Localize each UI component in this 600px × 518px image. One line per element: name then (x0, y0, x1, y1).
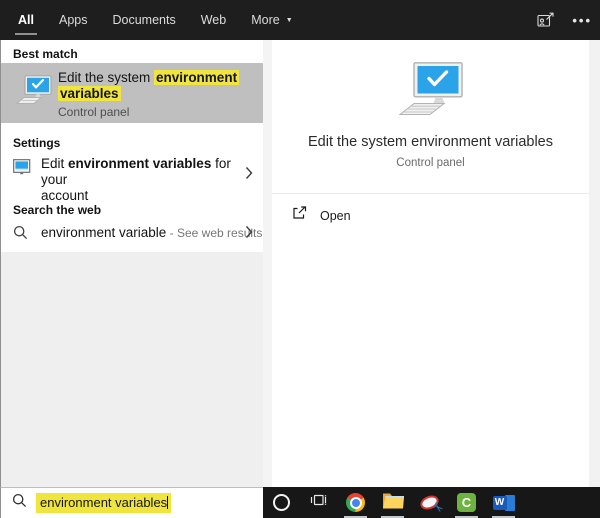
open-action-label: Open (320, 208, 351, 223)
search-results-panel: Best match Edit the system environment va… (0, 40, 264, 487)
taskbar-camtasia-button[interactable]: C (448, 487, 485, 518)
chevron-right-icon (245, 166, 253, 180)
camtasia-icon: C (457, 493, 476, 512)
panel-right-margin (589, 40, 600, 487)
preview-subtitle: Control panel (396, 157, 465, 169)
search-input-value[interactable]: environment variables (36, 493, 172, 513)
web-search-label: environment variable - See web results (41, 225, 263, 240)
best-match-header: Best match (13, 47, 78, 61)
open-launch-icon (292, 206, 307, 225)
tab-more[interactable]: More ▼ (251, 0, 292, 40)
tab-documents[interactable]: Documents (112, 0, 175, 40)
computer-check-icon (397, 62, 464, 120)
display-settings-icon (13, 159, 31, 180)
computer-check-icon (15, 75, 52, 111)
result-web-search-item[interactable]: environment variable - See web results (1, 220, 264, 246)
settings-item-label: Edit environment variables for your accou… (41, 156, 231, 203)
search-icon (13, 225, 28, 245)
tab-all[interactable]: All (15, 0, 37, 40)
taskbar-task-view-button[interactable] (300, 487, 337, 518)
more-options-ellipsis[interactable]: ••• (572, 13, 592, 28)
preview-title: Edit the system environment variables (308, 134, 553, 150)
taskbar-word-button[interactable]: W (485, 487, 522, 518)
tab-web[interactable]: Web (201, 0, 226, 40)
search-icon (12, 493, 27, 513)
highlighted-term: environment (154, 70, 240, 85)
chevron-right-icon (245, 225, 253, 239)
result-best-match-item[interactable]: Edit the system environment variables Con… (1, 63, 264, 123)
panel-gutter (263, 40, 272, 487)
snipping-tool-icon: ✂ (417, 492, 446, 516)
best-match-title: Edit the system environment variables Con… (58, 70, 256, 120)
feedback-icon[interactable] (537, 12, 555, 28)
file-explorer-icon (382, 491, 404, 514)
taskbar: ✂ C W (263, 487, 600, 518)
chrome-icon (346, 493, 365, 512)
best-match-subtitle: Control panel (58, 105, 130, 119)
highlighted-term: variables (58, 86, 121, 101)
taskbar-cortana-button[interactable] (263, 487, 300, 518)
search-bar[interactable]: environment variables (0, 487, 263, 518)
text-cursor (167, 496, 169, 509)
result-settings-item[interactable]: Edit environment variables for your accou… (1, 152, 264, 203)
chevron-down-icon: ▼ (285, 16, 293, 24)
open-action[interactable]: Open (292, 206, 589, 225)
tab-apps[interactable]: Apps (59, 0, 88, 40)
taskbar-chrome-button[interactable] (337, 487, 374, 518)
word-icon: W (492, 493, 515, 513)
taskbar-file-explorer-button[interactable] (374, 487, 411, 518)
taskbar-snipping-tool-button[interactable]: ✂ (411, 487, 448, 518)
search-filter-bar: All Apps Documents Web More ▼ ••• (0, 0, 600, 40)
settings-header: Settings (13, 136, 61, 150)
windows-search-flyout: All Apps Documents Web More ▼ ••• Best ma… (0, 0, 600, 518)
cortana-icon (273, 494, 290, 511)
divider (272, 193, 589, 194)
task-view-icon (310, 492, 327, 513)
search-web-header: Search the web (13, 203, 102, 217)
preview-panel: Edit the system environment variables Co… (272, 40, 589, 487)
